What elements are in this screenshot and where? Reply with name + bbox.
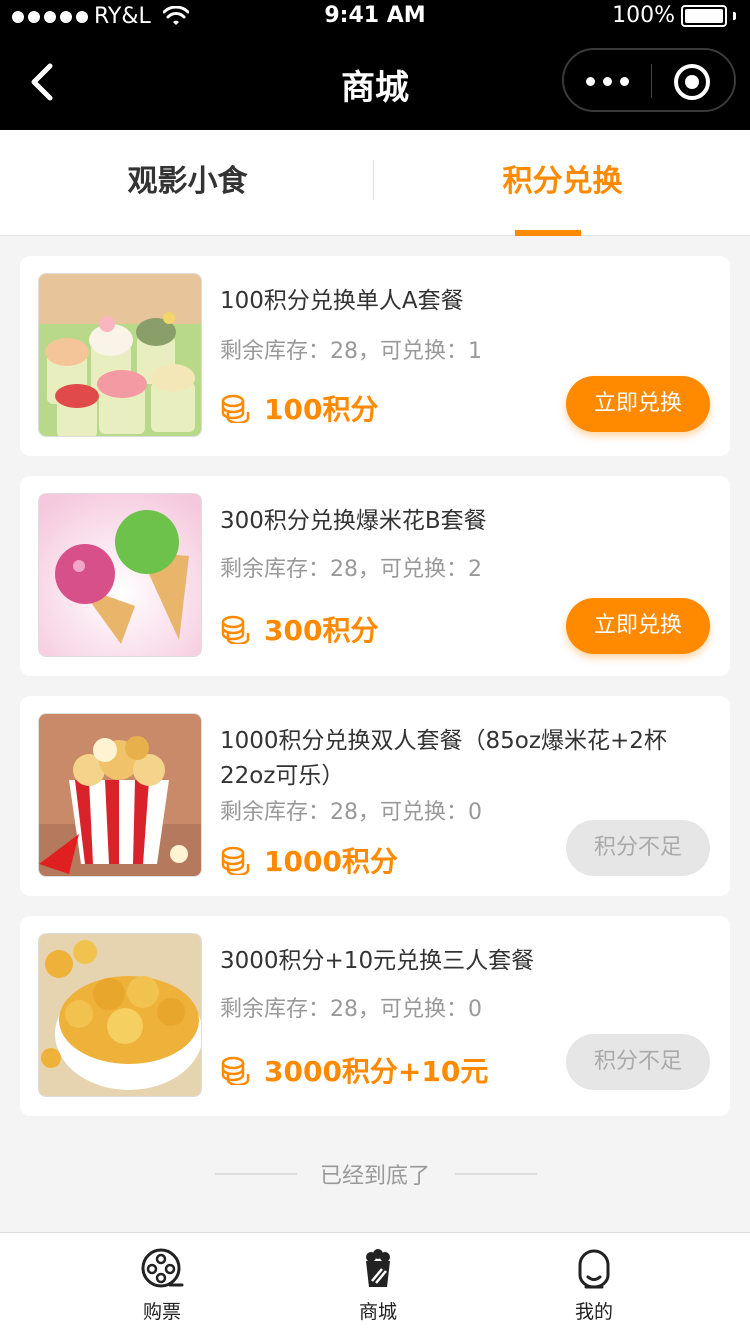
stock-info: 剩余库存：28，可兑换：1 [220, 339, 482, 364]
tabbar-label: 购票 [142, 1301, 181, 1323]
price: 100积分 [220, 388, 378, 428]
price-text: 100积分 [264, 393, 379, 426]
coins-icon [221, 394, 250, 423]
tabbar-label: 商城 [358, 1301, 397, 1323]
active-tab-indicator [515, 230, 581, 236]
popcorn-icon [366, 1249, 390, 1287]
tab-snacks[interactable]: 观影小食 [0, 130, 375, 236]
stock-info: 剩余库存：28，可兑换：0 [220, 800, 482, 825]
product-title: 100积分兑换单人A套餐 [220, 288, 464, 314]
product-image [38, 493, 202, 657]
coins-icon [221, 1056, 250, 1085]
end-of-list-text: 已经到底了 [319, 1164, 430, 1189]
miniprogram-capsule [562, 48, 736, 112]
category-tabs: 观影小食 积分兑换 [0, 130, 750, 236]
more-icon[interactable] [586, 77, 629, 86]
product-image [38, 273, 202, 437]
divider [455, 1173, 537, 1175]
user-icon [578, 1249, 610, 1289]
product-image [38, 933, 202, 1097]
bottom-tab-bar: 购票 商城 我的 [0, 1232, 750, 1334]
product-card: 100积分兑换单人A套餐 剩余库存：28，可兑换：1 100积分 立即兑换 [20, 256, 730, 456]
product-card: 3000积分+10元兑换三人套餐 剩余库存：28，可兑换：0 3000积分+10… [20, 916, 730, 1116]
product-card: 1000积分兑换双人套餐（85oz爆米花+2杯22oz可乐） 剩余库存：28，可… [20, 696, 730, 896]
status-bar: RY&L 9:41 AM 100% [0, 0, 750, 34]
battery-status: 100% [612, 3, 736, 28]
redeem-button[interactable]: 立即兑换 [566, 598, 710, 654]
price-text: 3000积分+10元 [264, 1055, 489, 1088]
product-card: 300积分兑换爆米花B套餐 剩余库存：28，可兑换：2 300积分 立即兑换 [20, 476, 730, 676]
close-target-icon[interactable] [674, 64, 710, 100]
product-image [38, 713, 202, 877]
insufficient-points-button[interactable]: 积分不足 [566, 1034, 710, 1090]
price: 1000积分 [220, 840, 398, 880]
battery-percent: 100% [612, 3, 675, 28]
tabbar-item-mall[interactable]: 商城 [318, 1247, 438, 1324]
coins-icon [221, 846, 250, 875]
coins-icon [221, 615, 250, 644]
redeem-button[interactable]: 立即兑换 [566, 376, 710, 432]
price-text: 300积分 [264, 614, 379, 647]
product-title: 1000积分兑换双人套餐（85oz爆米花+2杯22oz可乐） [220, 728, 667, 789]
product-title: 300积分兑换爆米花B套餐 [220, 508, 487, 534]
navigation-bar: 商城 [0, 34, 750, 130]
stock-info: 剩余库存：28，可兑换：0 [220, 997, 482, 1022]
tabbar-label: 我的 [574, 1301, 613, 1323]
battery-icon [681, 4, 727, 27]
tab-points-exchange[interactable]: 积分兑换 [375, 130, 750, 236]
product-title: 3000积分+10元兑换三人套餐 [220, 948, 535, 974]
price: 3000积分+10元 [220, 1050, 488, 1090]
tabbar-item-tickets[interactable]: 购票 [102, 1247, 222, 1324]
stock-info: 剩余库存：28，可兑换：2 [220, 557, 482, 582]
price: 300积分 [220, 609, 378, 649]
tabbar-item-profile[interactable]: 我的 [534, 1247, 654, 1324]
film-reel-icon [141, 1248, 184, 1288]
price-text: 1000积分 [264, 845, 398, 878]
insufficient-points-button[interactable]: 积分不足 [566, 820, 710, 876]
